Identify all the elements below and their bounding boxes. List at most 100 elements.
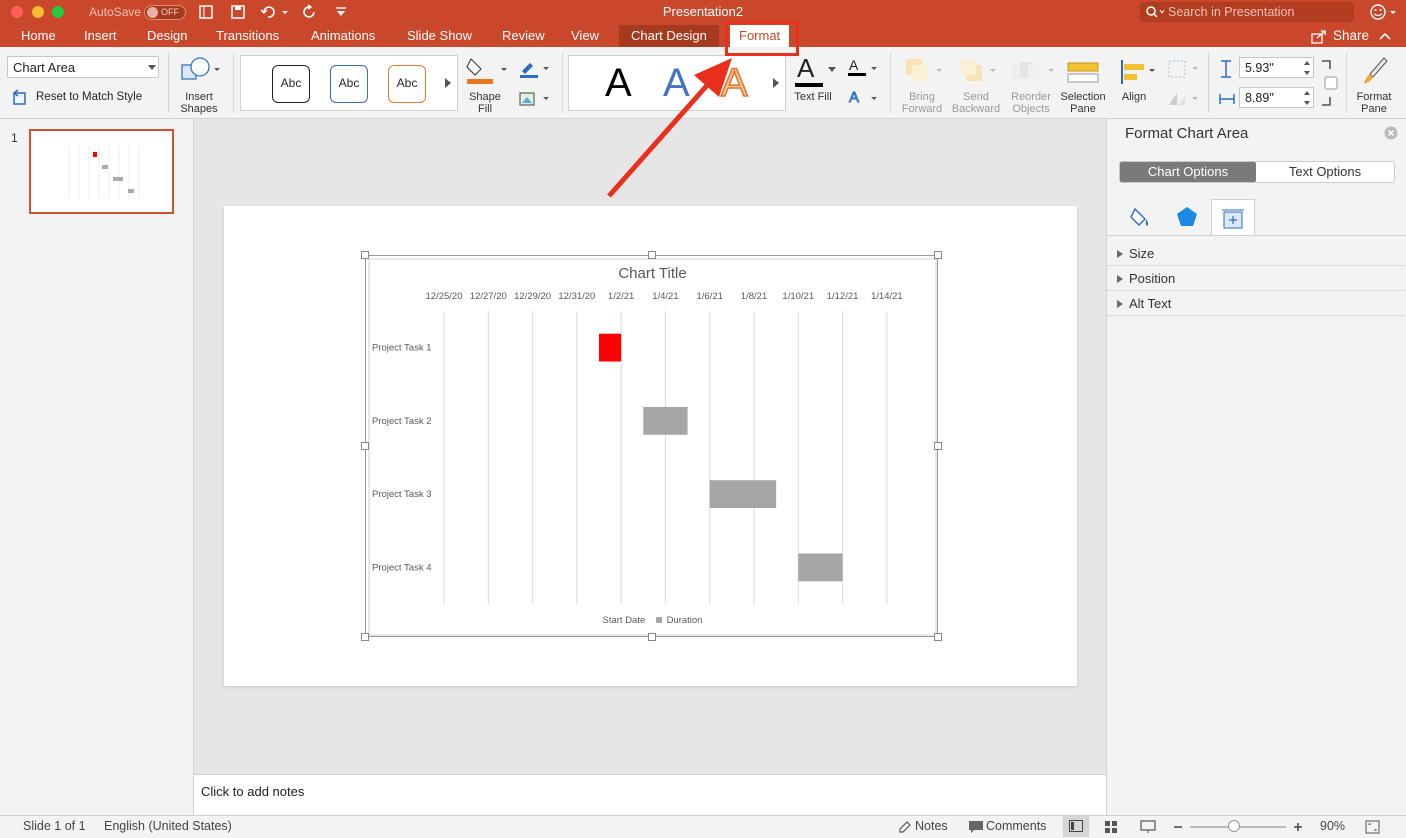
gallery-more-icon[interactable]	[772, 78, 780, 88]
tab-chart-options[interactable]: Chart Options	[1120, 162, 1256, 182]
resize-handle-ne[interactable]	[934, 251, 942, 259]
reorder-objects-icon	[1012, 62, 1054, 79]
zoom-level[interactable]: 90%	[1320, 819, 1345, 833]
group-objects-icon[interactable]	[1166, 59, 1200, 79]
resize-handle-w[interactable]	[361, 442, 369, 450]
chart-title[interactable]: Chart Title	[366, 265, 939, 282]
chevron-down-icon	[148, 65, 156, 70]
reorder-objects-button[interactable]: Reorder Objects	[1006, 53, 1056, 115]
shape-outline-icon[interactable]	[518, 59, 552, 79]
insert-shapes-button[interactable]: Insert Shapes	[174, 53, 224, 115]
wordart-orange[interactable]: A	[720, 60, 748, 106]
selection-pane-button[interactable]: Selection Pane	[1058, 53, 1108, 115]
close-pane-icon[interactable]	[1384, 126, 1398, 140]
x-tick-label: 12/29/20	[514, 291, 551, 302]
shape-width-value: 8.89"	[1245, 91, 1274, 105]
rotate-icon[interactable]	[1166, 89, 1200, 109]
stepper-arrows-icon[interactable]	[1303, 60, 1311, 76]
zoom-in-icon[interactable]	[1292, 820, 1304, 834]
reading-view-icon[interactable]	[1140, 820, 1156, 834]
format-chart-area-pane: Format Chart Area Chart Options Text Opt…	[1106, 119, 1406, 815]
category-label: Project Task 3	[372, 489, 432, 500]
shape-fill-button[interactable]: Shape Fill	[463, 53, 511, 115]
chart-element-selector[interactable]: Chart Area	[7, 56, 159, 78]
send-backward-icon	[960, 59, 996, 81]
tab-slide-show[interactable]: Slide Show	[407, 25, 472, 47]
text-fill-icon: A	[797, 53, 815, 83]
wordart-blue[interactable]: A	[663, 61, 690, 106]
search-placeholder: Search in Presentation	[1168, 5, 1295, 19]
shape-style-blue[interactable]: Abc	[330, 65, 368, 103]
smiley-feedback-icon[interactable]	[1369, 3, 1399, 21]
chart-border	[368, 258, 937, 636]
format-pane-button[interactable]: Format Pane	[1350, 53, 1398, 115]
resize-handle-s[interactable]	[648, 633, 656, 641]
expand-arrow-icon	[1117, 250, 1123, 258]
tab-review[interactable]: Review	[502, 25, 545, 47]
tab-animations[interactable]: Animations	[311, 25, 375, 47]
chart-legend[interactable]: Start Date Duration	[366, 615, 939, 626]
tab-insert[interactable]: Insert	[84, 25, 117, 47]
legend-entry-start-date: Start Date	[602, 615, 646, 626]
stepper-arrows-icon[interactable]	[1303, 90, 1311, 106]
fill-line-icon[interactable]	[1129, 205, 1153, 229]
resize-handle-nw[interactable]	[361, 251, 369, 259]
tab-text-options[interactable]: Text Options	[1256, 162, 1394, 182]
slide-thumbnail-pane: 1	[0, 119, 194, 815]
chart-area[interactable]: 12/25/20 12/27/20 12/29/20 12/31/20 1/2/21 1/…	[361, 251, 942, 641]
ribbon-divider	[890, 53, 891, 113]
reset-style-icon	[12, 89, 26, 105]
tab-home[interactable]: Home	[21, 25, 56, 47]
format-ribbon: Chart Area Reset to Match Style Insert S…	[0, 47, 1406, 119]
shape-width-icon	[1219, 94, 1235, 104]
text-outline-icon[interactable]: A	[846, 57, 880, 79]
language-indicator[interactable]: English (United States)	[104, 819, 232, 833]
resize-handle-e[interactable]	[934, 442, 942, 450]
align-button[interactable]: Align	[1112, 53, 1156, 115]
search-icon	[1146, 6, 1165, 18]
x-tick-label: 1/8/21	[741, 291, 767, 302]
wordart-black[interactable]: A	[605, 61, 632, 106]
resize-handle-n[interactable]	[648, 251, 656, 259]
size-section[interactable]: Size	[1107, 241, 1405, 266]
ribbon-divider	[1346, 53, 1347, 113]
shape-width-input[interactable]: 8.89"	[1239, 87, 1314, 108]
bring-forward-button[interactable]: Bring Forward	[898, 53, 946, 115]
position-section-label: Position	[1129, 271, 1176, 286]
comments-icon	[969, 821, 983, 833]
resize-handle-se[interactable]	[934, 633, 942, 641]
shape-effects-icon[interactable]	[518, 89, 552, 109]
ribbon-divider	[562, 53, 563, 113]
alt-text-section[interactable]: Alt Text	[1107, 291, 1405, 316]
shape-height-input[interactable]: 5.93"	[1239, 57, 1314, 78]
normal-view-button[interactable]	[1063, 816, 1089, 837]
paint-bucket-icon	[466, 57, 507, 84]
effects-pentagon-icon[interactable]	[1175, 205, 1199, 229]
comments-label: Comments	[986, 819, 1047, 833]
collapse-ribbon-icon[interactable]	[1379, 31, 1391, 41]
duration-bar	[798, 553, 843, 582]
send-backward-button[interactable]: Send Backward	[950, 53, 1002, 115]
resize-handle-sw[interactable]	[361, 633, 369, 641]
notes-pane[interactable]: Click to add notes	[194, 774, 1106, 815]
slide-sorter-icon[interactable]	[1104, 820, 1118, 834]
tab-chart-design[interactable]: Chart Design	[619, 25, 719, 47]
slide-thumbnail[interactable]	[29, 129, 174, 214]
zoom-out-icon[interactable]	[1172, 820, 1184, 834]
text-fill-button[interactable]: A Text Fill	[792, 53, 840, 115]
fit-to-window-icon[interactable]	[1365, 820, 1381, 834]
tab-view[interactable]: View	[571, 25, 599, 47]
shape-style-black[interactable]: Abc	[272, 65, 310, 103]
shape-style-orange[interactable]: Abc	[388, 65, 426, 103]
position-section[interactable]: Position	[1107, 266, 1405, 291]
pane-title: Format Chart Area	[1125, 125, 1249, 142]
notes-icon	[899, 821, 911, 833]
gallery-more-icon[interactable]	[444, 78, 452, 88]
tab-design[interactable]: Design	[147, 25, 187, 47]
text-effects-icon[interactable]: A	[846, 87, 880, 109]
search-box[interactable]: Search in Presentation	[1140, 2, 1354, 22]
zoom-slider-thumb[interactable]	[1228, 820, 1240, 832]
size-properties-tab[interactable]	[1211, 199, 1255, 236]
tab-transitions[interactable]: Transitions	[216, 25, 279, 47]
lock-aspect-ratio-icon[interactable]	[1318, 57, 1340, 109]
